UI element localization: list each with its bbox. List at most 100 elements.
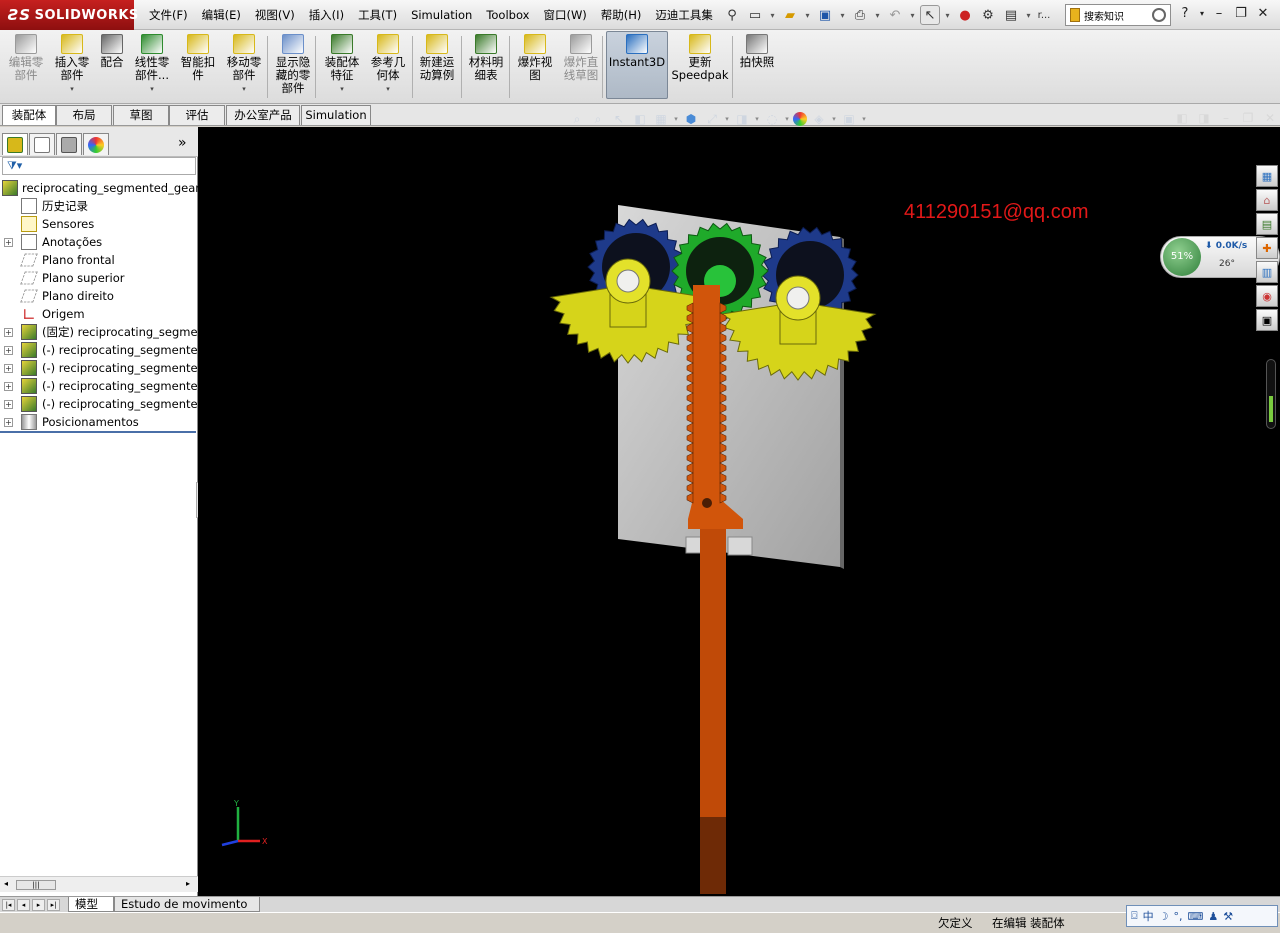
- minimize-icon[interactable]: –: [1216, 111, 1236, 127]
- solidworks-resources-icon[interactable]: ▦: [1256, 165, 1278, 187]
- chevron-down-icon[interactable]: ▾: [386, 83, 390, 96]
- undo-icon[interactable]: ↶: [885, 5, 905, 25]
- chevron-down-icon[interactable]: ▾: [831, 110, 837, 128]
- tab-feature-manager[interactable]: [2, 133, 28, 155]
- tree-item-10[interactable]: + (-) reciprocating_segmented: [0, 377, 198, 395]
- ribbon-button-14[interactable]: 更新 Speedpak: [671, 34, 729, 100]
- file-explorer-icon[interactable]: ▥: [1256, 261, 1278, 283]
- apply-scene-icon[interactable]: ◈: [810, 110, 828, 128]
- next-tab-icon[interactable]: ▸: [32, 899, 45, 911]
- menu-item-9[interactable]: 迈迪工具集: [648, 0, 720, 30]
- tab-3[interactable]: 评估: [169, 105, 225, 125]
- ribbon-button-9[interactable]: 新建运 动算例: [415, 34, 459, 100]
- tree-item-0[interactable]: 历史记录: [0, 197, 198, 215]
- ribbon-button-8[interactable]: 参考几 何体 ▾: [366, 34, 410, 100]
- view-settings-icon[interactable]: ▣: [840, 110, 858, 128]
- expand-icon[interactable]: +: [4, 400, 13, 409]
- chevron-down-icon[interactable]: ▾: [768, 5, 777, 25]
- ribbon-button-3[interactable]: 线性零 部件... ▾: [130, 34, 174, 100]
- ribbon-button-7[interactable]: 装配体 特征 ▾: [320, 34, 364, 100]
- file-properties-icon[interactable]: ▤: [1001, 5, 1021, 25]
- tree-filter[interactable]: ⧩▾: [2, 157, 196, 175]
- expand-icon[interactable]: +: [4, 364, 13, 373]
- tree-item-root[interactable]: reciprocating_segmented_gear: [0, 179, 198, 197]
- wrench-icon[interactable]: ⚒: [1223, 910, 1233, 923]
- keyboard-icon[interactable]: ⌨: [1187, 910, 1203, 923]
- expand-icon[interactable]: +: [4, 418, 13, 427]
- menu-item-7[interactable]: 窗口(W): [536, 0, 593, 30]
- close-icon[interactable]: ✕: [1260, 111, 1280, 127]
- chevron-down-icon[interactable]: ▾: [70, 83, 74, 96]
- display-style-icon[interactable]: ◨: [733, 110, 751, 128]
- tab-motion-study[interactable]: Estudo de movimento 1: [114, 897, 260, 925]
- menu-item-2[interactable]: 视图(V): [248, 0, 302, 30]
- section-view-icon[interactable]: ◧: [631, 110, 649, 128]
- first-tab-icon[interactable]: |◂: [2, 899, 15, 911]
- restore-icon[interactable]: ❐: [1231, 3, 1251, 23]
- toolbox-icon[interactable]: ✚: [1256, 237, 1278, 259]
- scroll-thumb[interactable]: |||: [16, 880, 56, 890]
- ribbon-button-1[interactable]: 插入零 部件 ▾: [50, 34, 94, 100]
- tree-item-6[interactable]: Origem: [0, 305, 198, 323]
- moon-icon[interactable]: ☽: [1159, 910, 1169, 923]
- chevron-down-icon[interactable]: ▾: [242, 83, 246, 96]
- ribbon-button-10[interactable]: 材料明 细表: [464, 34, 508, 100]
- tab-4[interactable]: 办公室产品: [226, 105, 300, 125]
- guide-block-right[interactable]: [727, 536, 753, 556]
- tree-item-9[interactable]: + (-) reciprocating_segmented: [0, 359, 198, 377]
- pin-icon[interactable]: ⚲: [722, 5, 742, 25]
- expand-icon[interactable]: +: [4, 328, 13, 337]
- select-pointer-icon[interactable]: ↖: [920, 5, 940, 25]
- search-input[interactable]: 搜索知识: [1084, 8, 1124, 23]
- tree-item-11[interactable]: + (-) reciprocating_segmented: [0, 395, 198, 413]
- previous-view-icon[interactable]: ↖: [610, 110, 628, 128]
- tree-item-12[interactable]: + Posicionamentos: [0, 413, 198, 431]
- menu-item-8[interactable]: 帮助(H): [594, 0, 649, 30]
- hide-show-items-icon[interactable]: ◌: [763, 110, 781, 128]
- zoom-to-fit-icon[interactable]: ⌕: [568, 110, 586, 128]
- chevron-down-icon[interactable]: ▾: [1197, 3, 1207, 23]
- rollback-bar[interactable]: [0, 431, 196, 433]
- tab-0[interactable]: 装配体: [2, 105, 56, 125]
- options-icon[interactable]: ⚙: [978, 5, 998, 25]
- ribbon-button-0[interactable]: 编辑零 部件: [6, 34, 46, 100]
- chevron-down-icon[interactable]: ▾: [340, 83, 344, 96]
- search-knowledge-box[interactable]: 搜索知识: [1065, 4, 1171, 26]
- ribbon-button-2[interactable]: 配合: [97, 34, 127, 100]
- dynamic-annotation-icon[interactable]: ▦: [652, 110, 670, 128]
- user-icon[interactable]: ♟: [1208, 910, 1218, 923]
- punctuation-icon[interactable]: °,: [1173, 910, 1182, 923]
- menu-item-1[interactable]: 编辑(E): [195, 0, 248, 30]
- expand-icon[interactable]: +: [4, 238, 13, 247]
- ribbon-button-12[interactable]: 爆炸直 线草图: [559, 34, 603, 100]
- ime-toolbar[interactable]: ⌼ 中 ☽ °, ⌨ ♟ ⚒: [1126, 905, 1278, 927]
- ribbon-button-6[interactable]: 显示隐 藏的零 部件: [271, 34, 315, 100]
- design-library-icon[interactable]: ▤: [1256, 213, 1278, 235]
- scroll-left-icon[interactable]: ◂: [4, 879, 8, 888]
- tab-property-manager[interactable]: [29, 133, 55, 155]
- search-icon[interactable]: [1152, 8, 1166, 22]
- viewport-scroll-indicator[interactable]: [1266, 359, 1276, 429]
- open-folder-icon[interactable]: ▰: [780, 5, 800, 25]
- ribbon-button-13[interactable]: Instant3D: [606, 34, 668, 100]
- tree-item-8[interactable]: + (-) reciprocating_segmented: [0, 341, 198, 359]
- chevron-right-icon[interactable]: »: [178, 135, 187, 151]
- overflow-text[interactable]: r...: [1036, 5, 1052, 25]
- chevron-down-icon[interactable]: ▾: [784, 110, 790, 128]
- chevron-down-icon[interactable]: ▾: [754, 110, 760, 128]
- chevron-down-icon[interactable]: ▾: [943, 5, 952, 25]
- tab-display-manager[interactable]: [83, 133, 109, 155]
- print-icon[interactable]: ⎙: [850, 5, 870, 25]
- tree-item-5[interactable]: Plano direito: [0, 287, 198, 305]
- previous-icon[interactable]: ◧: [1172, 111, 1192, 127]
- ribbon-button-15[interactable]: 拍快照: [735, 34, 779, 100]
- tab-1[interactable]: 布局: [56, 105, 112, 125]
- model-canvas[interactable]: [198, 127, 1280, 897]
- horizontal-scrollbar[interactable]: ◂ ||| ▸: [0, 876, 198, 892]
- zoom-to-area-icon[interactable]: ⌕: [589, 110, 607, 128]
- ime-language[interactable]: 中: [1143, 908, 1154, 924]
- menu-item-6[interactable]: Toolbox: [479, 0, 536, 30]
- chevron-down-icon[interactable]: ▾: [673, 110, 679, 128]
- ime-logo-icon[interactable]: ⌼: [1131, 909, 1138, 923]
- chevron-down-icon[interactable]: ▾: [838, 5, 847, 25]
